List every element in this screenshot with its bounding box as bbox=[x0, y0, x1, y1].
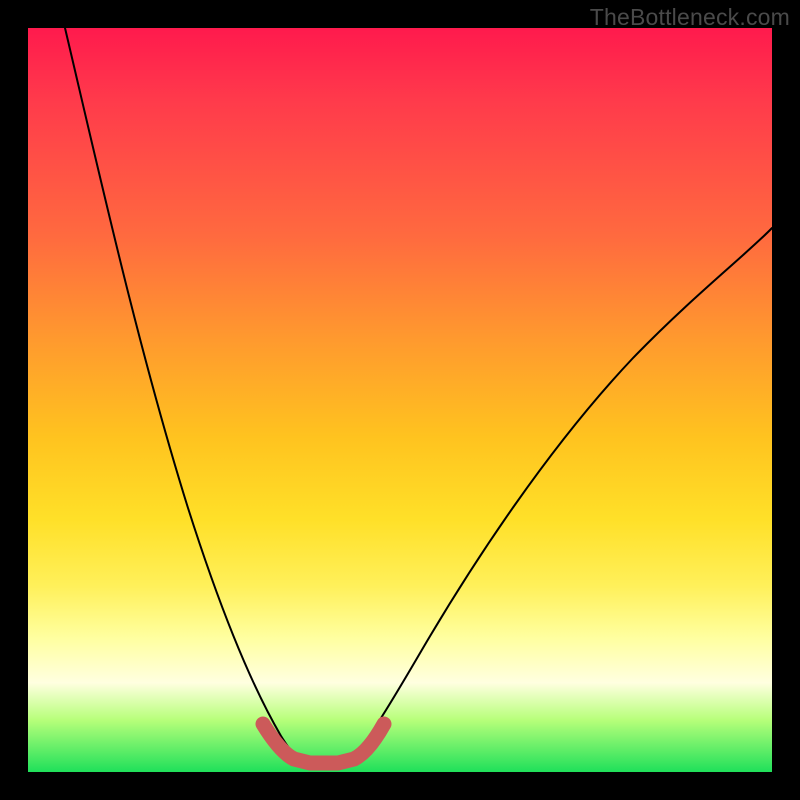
curve-left-branch bbox=[65, 28, 294, 754]
valley-highlight bbox=[263, 724, 384, 763]
curve-layer bbox=[28, 28, 772, 772]
plot-area bbox=[28, 28, 772, 772]
watermark-text: TheBottleneck.com bbox=[590, 4, 790, 31]
curve-right-branch bbox=[356, 228, 772, 754]
chart-frame: TheBottleneck.com bbox=[0, 0, 800, 800]
